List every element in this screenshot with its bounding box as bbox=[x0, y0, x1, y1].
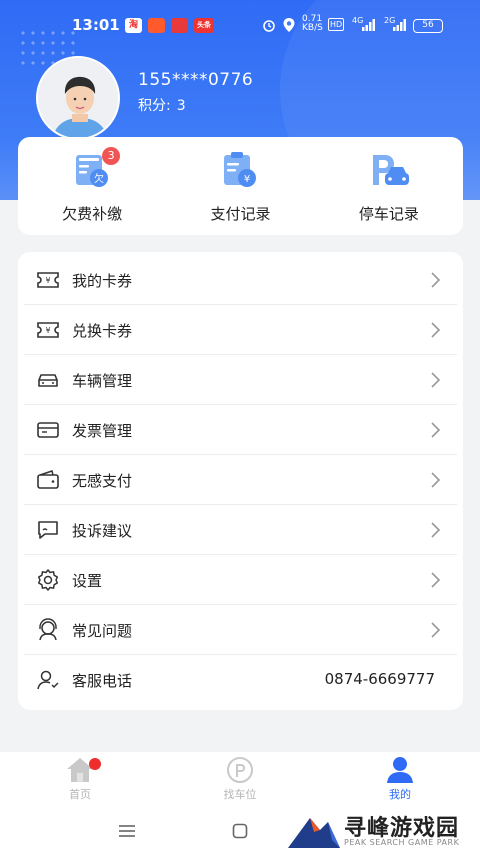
signal-icon-2 bbox=[393, 19, 406, 31]
points-label: 积分: bbox=[138, 98, 171, 114]
menu-item-label: 我的卡券 bbox=[72, 272, 133, 290]
quick-action-label: 支付记录 bbox=[210, 205, 271, 223]
menu-icon[interactable] bbox=[118, 824, 136, 838]
toutiao-app-icon: 头条 bbox=[194, 18, 214, 33]
battery-indicator: 56 bbox=[413, 19, 443, 33]
menu-item-faq[interactable]: 常见问题 bbox=[24, 605, 457, 655]
chevron-right-icon bbox=[431, 522, 441, 538]
chevron-right-icon bbox=[431, 572, 441, 588]
bottom-nav: 首页 找车位 我的 bbox=[0, 752, 480, 808]
nav-tab-mine[interactable]: 我的 bbox=[360, 756, 440, 802]
quick-action-label: 欠费补缴 bbox=[62, 205, 123, 223]
menu-card: ¥ 我的卡券 ¥ 兑换卡券 车辆管理 发票管理 无感支付 投诉建议 设置 常见问… bbox=[18, 252, 463, 710]
user-phone: 155****0776 bbox=[138, 70, 254, 90]
chevron-right-icon bbox=[431, 472, 441, 488]
watermark-logo-icon bbox=[288, 818, 340, 848]
points-value: 3 bbox=[176, 98, 186, 114]
customer-service-phone[interactable]: 0874-6669777 bbox=[325, 670, 435, 688]
location-icon bbox=[283, 18, 295, 32]
nav-label: 我的 bbox=[389, 788, 411, 801]
app-icon-2 bbox=[148, 18, 165, 33]
menu-item-settings[interactable]: 设置 bbox=[24, 555, 457, 605]
taobao-app-icon: 淘 bbox=[125, 18, 142, 33]
menu-item-label: 发票管理 bbox=[72, 422, 133, 440]
chevron-right-icon bbox=[431, 372, 441, 388]
quick-action-parking-record[interactable]: 停车记录 bbox=[315, 137, 463, 235]
menu-item-my-coupons[interactable]: ¥ 我的卡券 bbox=[24, 255, 457, 305]
chevron-right-icon bbox=[431, 322, 441, 338]
avatar-illustration bbox=[38, 58, 118, 138]
menu-item-label: 投诉建议 bbox=[72, 522, 133, 540]
svg-text:¥: ¥ bbox=[45, 276, 50, 285]
person-icon bbox=[387, 757, 413, 783]
car-icon bbox=[38, 374, 58, 387]
home-notification-dot bbox=[89, 758, 101, 770]
svg-text:¥: ¥ bbox=[45, 326, 50, 335]
menu-item-complaints[interactable]: 投诉建议 bbox=[24, 505, 457, 555]
feedback-icon bbox=[38, 521, 58, 539]
quick-action-label: 停车记录 bbox=[358, 205, 419, 223]
chevron-right-icon bbox=[431, 622, 441, 638]
nav-label: 首页 bbox=[69, 788, 91, 801]
svg-text:¥: ¥ bbox=[244, 174, 250, 185]
quick-action-arrears[interactable]: 欠 3 欠费补缴 bbox=[18, 137, 166, 235]
support-icon bbox=[39, 618, 57, 641]
watermark: 寻峰游戏园 PEAK SEARCH GAME PARK bbox=[286, 806, 480, 853]
menu-item-vehicle-management[interactable]: 车辆管理 bbox=[24, 355, 457, 405]
user-phone-icon bbox=[37, 670, 59, 690]
nav-tab-find-parking[interactable]: 找车位 bbox=[200, 756, 280, 802]
svg-text:欠: 欠 bbox=[94, 172, 104, 185]
parking-p-icon bbox=[227, 757, 253, 783]
wallet-icon bbox=[37, 470, 59, 489]
alarm-icon bbox=[263, 20, 275, 32]
menu-item-label: 无感支付 bbox=[72, 472, 133, 490]
home-button-icon[interactable] bbox=[232, 823, 248, 839]
gear-icon bbox=[37, 569, 59, 591]
signal-icon-1 bbox=[362, 19, 375, 31]
menu-item-label: 兑换卡券 bbox=[72, 322, 133, 340]
app-icon-3 bbox=[171, 18, 188, 33]
chevron-right-icon bbox=[431, 272, 441, 288]
menu-item-label: 设置 bbox=[72, 572, 103, 590]
menu-item-label: 客服电话 bbox=[72, 672, 133, 690]
menu-item-customer-service[interactable]: 客服电话 0874-6669777 bbox=[24, 655, 457, 705]
arrears-count-badge: 3 bbox=[102, 147, 121, 165]
quick-action-payment-record[interactable]: ¥ 支付记录 bbox=[166, 137, 314, 235]
menu-item-label: 车辆管理 bbox=[72, 372, 133, 390]
watermark-subtitle: PEAK SEARCH GAME PARK bbox=[344, 838, 460, 847]
exchange-coupon-icon: ¥ bbox=[37, 322, 59, 338]
quick-actions-card: 欠 3 欠费补缴 ¥ 支付记录 停车记录 bbox=[18, 137, 463, 235]
hd-indicator: HD bbox=[328, 18, 345, 31]
coupon-icon: ¥ bbox=[37, 272, 59, 288]
avatar[interactable] bbox=[36, 56, 120, 140]
menu-item-exchange-coupons[interactable]: ¥ 兑换卡券 bbox=[24, 305, 457, 355]
status-time: 13:01 bbox=[72, 16, 120, 34]
invoice-icon bbox=[37, 422, 59, 438]
status-bar: 13:01 淘 头条 0.71 KB/S HD 4G 2G 56 bbox=[0, 14, 480, 38]
network-speed: 0.71 KB/S bbox=[302, 14, 323, 33]
menu-item-label: 常见问题 bbox=[72, 622, 133, 640]
menu-item-invoice-management[interactable]: 发票管理 bbox=[24, 405, 457, 455]
nav-tab-home[interactable]: 首页 bbox=[40, 756, 120, 802]
user-points: 积分: 3 bbox=[138, 95, 186, 115]
menu-item-seamless-payment[interactable]: 无感支付 bbox=[24, 455, 457, 505]
payment-record-icon: ¥ bbox=[224, 152, 257, 187]
parking-record-icon bbox=[372, 155, 409, 185]
nav-label: 找车位 bbox=[223, 788, 257, 801]
chevron-right-icon bbox=[431, 422, 441, 438]
